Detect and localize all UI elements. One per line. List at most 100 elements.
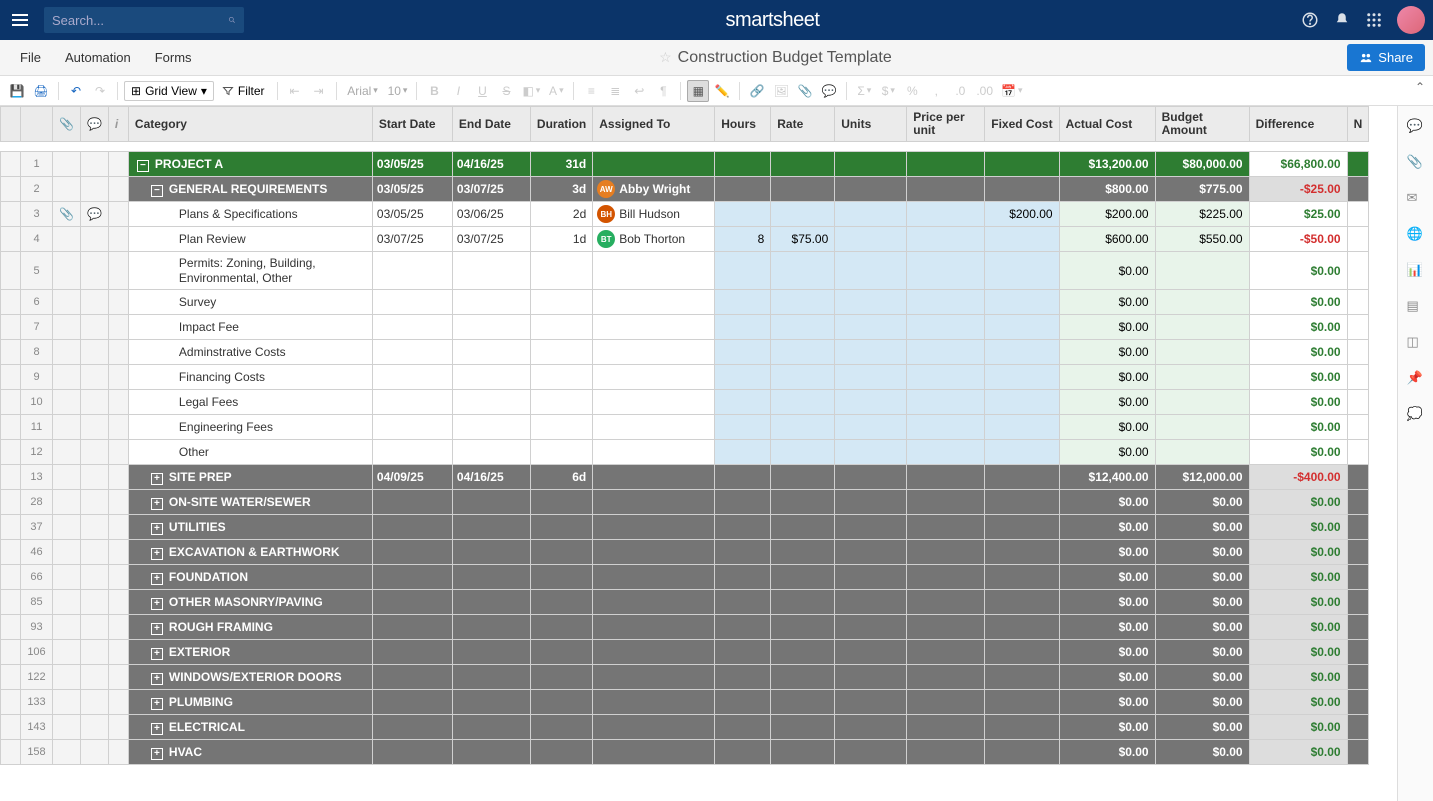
col-fixed-cost[interactable]: Fixed Cost	[985, 107, 1059, 142]
difference-cell[interactable]: $25.00	[1249, 202, 1347, 227]
fixed-cost-cell[interactable]	[985, 390, 1059, 415]
table-row[interactable]: 85+OTHER MASONRY/PAVING$0.00$0.00$0.00	[1, 590, 1369, 615]
fixed-cost-cell[interactable]	[985, 227, 1059, 252]
next-cell[interactable]	[1347, 227, 1369, 252]
attach-cell[interactable]	[53, 640, 81, 665]
info-cell[interactable]	[108, 590, 128, 615]
rate-cell[interactable]	[771, 665, 835, 690]
start-date-cell[interactable]	[372, 252, 452, 290]
category-cell[interactable]: −PROJECT A	[128, 152, 372, 177]
category-cell[interactable]: +ON-SITE WATER/SEWER	[128, 490, 372, 515]
difference-cell[interactable]: $0.00	[1249, 715, 1347, 740]
assigned-cell[interactable]	[593, 365, 715, 390]
comment-cell[interactable]	[80, 252, 108, 290]
difference-cell[interactable]: $0.00	[1249, 640, 1347, 665]
duration-cell[interactable]	[530, 315, 592, 340]
end-date-cell[interactable]	[452, 365, 530, 390]
duration-cell[interactable]	[530, 252, 592, 290]
expand-gutter[interactable]	[1, 640, 21, 665]
col-difference[interactable]: Difference	[1249, 107, 1347, 142]
fixed-cost-cell[interactable]	[985, 465, 1059, 490]
units-cell[interactable]	[835, 665, 907, 690]
assigned-cell[interactable]	[593, 565, 715, 590]
align-left-icon[interactable]: ≡	[580, 80, 602, 102]
next-cell[interactable]	[1347, 152, 1369, 177]
expand-gutter[interactable]	[1, 315, 21, 340]
hours-cell[interactable]	[715, 715, 771, 740]
start-date-cell[interactable]	[372, 415, 452, 440]
category-cell[interactable]: Legal Fees	[128, 390, 372, 415]
expand-toggle[interactable]: +	[151, 723, 163, 735]
bell-icon[interactable]	[1333, 11, 1351, 29]
actual-cost-cell[interactable]: $0.00	[1059, 390, 1155, 415]
next-cell[interactable]	[1347, 540, 1369, 565]
info-cell[interactable]	[108, 152, 128, 177]
price-cell[interactable]	[907, 227, 985, 252]
start-date-cell[interactable]	[372, 315, 452, 340]
hours-cell[interactable]	[715, 152, 771, 177]
expand-toggle[interactable]: +	[151, 548, 163, 560]
fixed-cost-cell[interactable]	[985, 565, 1059, 590]
end-date-cell[interactable]: 04/16/25	[452, 465, 530, 490]
collapse-toolbar-icon[interactable]: ⌃	[1415, 80, 1425, 94]
units-cell[interactable]	[835, 340, 907, 365]
start-date-cell[interactable]	[372, 715, 452, 740]
end-date-cell[interactable]	[452, 290, 530, 315]
hours-cell[interactable]	[715, 340, 771, 365]
budget-cell[interactable]: $0.00	[1155, 665, 1249, 690]
attach-cell[interactable]	[53, 540, 81, 565]
comment-cell[interactable]	[80, 490, 108, 515]
price-cell[interactable]	[907, 340, 985, 365]
decimal-dec-icon[interactable]: .0	[949, 80, 971, 102]
info-cell[interactable]	[108, 177, 128, 202]
table-row[interactable]: 122+WINDOWS/EXTERIOR DOORS$0.00$0.00$0.0…	[1, 665, 1369, 690]
row-number[interactable]: 158	[21, 740, 53, 765]
undo-icon[interactable]: ↶	[65, 80, 87, 102]
assigned-cell[interactable]	[593, 290, 715, 315]
duration-cell[interactable]: 6d	[530, 465, 592, 490]
attach-cell[interactable]	[53, 415, 81, 440]
end-date-cell[interactable]	[452, 740, 530, 765]
summary-icon[interactable]: ▤	[1407, 298, 1425, 316]
assigned-cell[interactable]: BTBob Thorton	[593, 227, 715, 252]
category-cell[interactable]: +HVAC	[128, 740, 372, 765]
comment-cell[interactable]	[80, 615, 108, 640]
search-input[interactable]	[52, 13, 228, 28]
assigned-cell[interactable]: AWAbby Wright	[593, 177, 715, 202]
category-cell[interactable]: +WINDOWS/EXTERIOR DOORS	[128, 665, 372, 690]
category-cell[interactable]: +UTILITIES	[128, 515, 372, 540]
comment-cell[interactable]	[80, 465, 108, 490]
attach-cell[interactable]	[53, 315, 81, 340]
fixed-cost-cell[interactable]	[985, 640, 1059, 665]
expand-gutter[interactable]	[1, 615, 21, 640]
expand-toggle[interactable]: −	[137, 160, 149, 172]
attach-icon[interactable]: 📎	[794, 80, 816, 102]
comment-cell[interactable]: 💬	[80, 202, 108, 227]
duration-cell[interactable]	[530, 565, 592, 590]
filter-button[interactable]: Filter	[216, 82, 271, 100]
hours-cell[interactable]	[715, 202, 771, 227]
assigned-cell[interactable]	[593, 740, 715, 765]
price-cell[interactable]	[907, 640, 985, 665]
fixed-cost-cell[interactable]	[985, 440, 1059, 465]
hours-cell[interactable]	[715, 290, 771, 315]
info-cell[interactable]	[108, 490, 128, 515]
brandfolder-icon[interactable]: ◫	[1407, 334, 1425, 352]
row-number[interactable]: 143	[21, 715, 53, 740]
actual-cost-cell[interactable]: $600.00	[1059, 227, 1155, 252]
category-cell[interactable]: +OTHER MASONRY/PAVING	[128, 590, 372, 615]
actual-cost-cell[interactable]: $12,400.00	[1059, 465, 1155, 490]
fixed-cost-cell[interactable]	[985, 615, 1059, 640]
end-date-cell[interactable]	[452, 665, 530, 690]
col-duration[interactable]: Duration	[530, 107, 592, 142]
category-cell[interactable]: +FOUNDATION	[128, 565, 372, 590]
price-cell[interactable]	[907, 440, 985, 465]
rate-cell[interactable]	[771, 177, 835, 202]
info-cell[interactable]	[108, 740, 128, 765]
comment-cell[interactable]	[80, 152, 108, 177]
fixed-cost-cell[interactable]	[985, 177, 1059, 202]
fixed-cost-cell[interactable]	[985, 490, 1059, 515]
price-cell[interactable]	[907, 515, 985, 540]
difference-cell[interactable]: -$25.00	[1249, 177, 1347, 202]
table-row[interactable]: 5Permits: Zoning, Building, Environmenta…	[1, 252, 1369, 290]
